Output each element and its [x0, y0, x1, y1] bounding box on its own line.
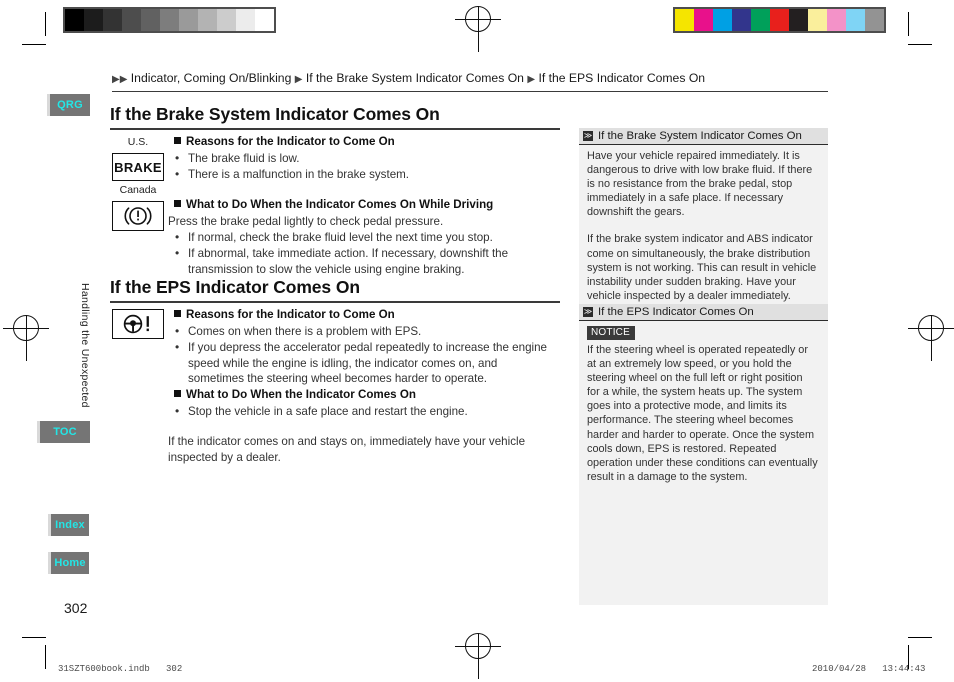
us-icon-caption: U.S.: [127, 136, 149, 148]
grayscale-swatch: [255, 9, 274, 31]
index-button[interactable]: Index: [51, 514, 89, 536]
registration-mark-left: [3, 315, 49, 361]
brake-whattodo-heading-text: What to Do When the Indicator Comes On W…: [186, 198, 494, 211]
eps-whattodo-item-1: Stop the vehicle in a safe place and res…: [174, 404, 554, 420]
brake-reason-item-1: The brake fluid is low.: [174, 151, 554, 167]
grayscale-swatch: [84, 9, 103, 31]
panel-brake-paragraph-2: If the brake system indicator and ABS in…: [587, 233, 817, 302]
brake-whattodo-item-1: If normal, check the brake fluid level t…: [174, 230, 554, 246]
panel-reference-icon: ≫: [583, 131, 593, 141]
eps-section-divider: [110, 301, 560, 303]
breadcrumb-arrow-icon-2: ▶: [119, 74, 128, 85]
breadcrumb-item-2[interactable]: If the Brake System Indicator Comes On: [306, 71, 524, 85]
brake-reasons-heading-text: Reasons for the Indicator to Come On: [186, 135, 395, 148]
eps-whattodo-heading-text: What to Do When the Indicator Comes On: [186, 388, 416, 401]
registration-mark-top: [455, 6, 501, 52]
brake-warning-symbol-icon: [124, 207, 152, 225]
color-swatch: [751, 9, 770, 31]
color-swatch: [675, 9, 694, 31]
brake-indicator-us-label: BRAKE: [114, 159, 162, 175]
brake-section-title: If the Brake System Indicator Comes On: [110, 104, 440, 124]
canada-icon-caption: Canada: [119, 184, 157, 196]
registration-mark-bottom: [455, 633, 501, 679]
footer-filename: 31SZT600book.indb 302: [58, 664, 183, 674]
brake-whattodo-intro: Press the brake pedal lightly to check p…: [168, 215, 444, 228]
brake-indicator-us-icon: BRAKE: [112, 153, 164, 181]
chapter-side-label: Handling the Unexpected: [79, 283, 91, 408]
crop-mark-top-left-v: [45, 12, 46, 36]
breadcrumb-divider: [112, 91, 828, 92]
crop-mark-top-right-h: [908, 44, 932, 45]
brake-whattodo-item-2: If abnormal, take immediate action. If n…: [174, 246, 544, 277]
breadcrumb-separator-2-icon: ▶: [527, 74, 536, 85]
eps-closing-paragraph: If the indicator comes on and stays on, …: [168, 435, 526, 464]
crop-mark-top-left-h: [22, 44, 46, 45]
breadcrumb: ▶▶ Indicator, Coming On/Blinking ▶ If th…: [112, 71, 828, 85]
bullet-square-icon: [174, 390, 181, 397]
footer-timestamp: 2010/04/28 13:44:43: [812, 664, 926, 674]
brake-section-divider: [110, 128, 560, 130]
panel-eps-paragraph-1: If the steering wheel is operated repeat…: [587, 344, 818, 483]
grayscale-swatch: [198, 9, 217, 31]
eps-reason-item-2: If you depress the accelerator pedal rep…: [174, 340, 552, 387]
breadcrumb-separator-1-icon: ▶: [294, 74, 303, 85]
brake-reasons-heading: Reasons for the Indicator to Come On: [174, 135, 395, 148]
grayscale-swatch: [103, 9, 122, 31]
color-swatch: [808, 9, 827, 31]
panel-eps-heading: ≫ If the EPS Indicator Comes On: [579, 304, 828, 321]
notice-badge: NOTICE: [587, 326, 635, 340]
panel-brake-heading-text: If the Brake System Indicator Comes On: [598, 130, 802, 142]
crop-mark-bottom-left-h: [22, 637, 46, 638]
brake-reason-item-2: There is a malfunction in the brake syst…: [174, 167, 554, 183]
breadcrumb-arrow-icon: ▶: [112, 74, 120, 85]
color-swatch: [770, 9, 789, 31]
crop-mark-bottom-right-h: [908, 637, 932, 638]
color-swatch: [865, 9, 884, 31]
bullet-square-icon: [174, 310, 181, 317]
home-button[interactable]: Home: [51, 552, 89, 574]
grayscale-swatch: [65, 9, 84, 31]
side-info-panel: ≫ If the Brake System Indicator Comes On…: [579, 128, 828, 605]
eps-reasons-heading: Reasons for the Indicator to Come On: [174, 308, 395, 321]
breadcrumb-item-3[interactable]: If the EPS Indicator Comes On: [538, 71, 705, 85]
color-swatch: [732, 9, 751, 31]
brake-indicator-canada-icon: [112, 201, 164, 231]
color-swatch: [713, 9, 732, 31]
panel-brake-body: Have your vehicle repaired immediately. …: [579, 149, 828, 303]
eps-reasons-heading-text: Reasons for the Indicator to Come On: [186, 308, 395, 321]
eps-section-title: If the EPS Indicator Comes On: [110, 277, 360, 297]
color-swatch: [694, 9, 713, 31]
color-swatch: [789, 9, 808, 31]
grayscale-swatch: [217, 9, 236, 31]
panel-reference-icon: ≫: [583, 307, 593, 317]
toc-button[interactable]: TOC: [40, 421, 90, 443]
breadcrumb-item-1[interactable]: Indicator, Coming On/Blinking: [131, 71, 292, 85]
registration-mark-right: [908, 315, 954, 361]
grayscale-swatch: [236, 9, 255, 31]
eps-indicator-icon: [112, 309, 164, 339]
panel-brake-heading: ≫ If the Brake System Indicator Comes On: [579, 128, 828, 145]
grayscale-swatch: [179, 9, 198, 31]
bullet-square-icon: [174, 137, 181, 144]
grayscale-swatch: [160, 9, 179, 31]
eps-whattodo-heading: What to Do When the Indicator Comes On: [174, 388, 416, 401]
bullet-square-icon: [174, 200, 181, 207]
panel-brake-paragraph-1: Have your vehicle repaired immediately. …: [587, 150, 813, 219]
crop-mark-top-right-v: [908, 12, 909, 36]
page-number: 302: [64, 600, 88, 616]
grayscale-swatch: [141, 9, 160, 31]
crop-mark-bottom-left-v: [45, 645, 46, 669]
color-swatch: [846, 9, 865, 31]
panel-eps-heading-text: If the EPS Indicator Comes On: [598, 306, 754, 318]
steering-wheel-warning-symbol-icon: [123, 314, 149, 334]
grayscale-swatch: [122, 9, 141, 31]
grayscale-calibration-bar: [63, 7, 276, 33]
eps-reason-item-1: Comes on when there is a problem with EP…: [174, 324, 554, 340]
panel-eps-body: NOTICE If the steering wheel is operated…: [579, 325, 828, 484]
brake-whattodo-heading: What to Do When the Indicator Comes On W…: [174, 198, 493, 211]
color-swatch: [827, 9, 846, 31]
color-calibration-bar: [673, 7, 886, 33]
qrg-button[interactable]: QRG: [50, 94, 90, 116]
